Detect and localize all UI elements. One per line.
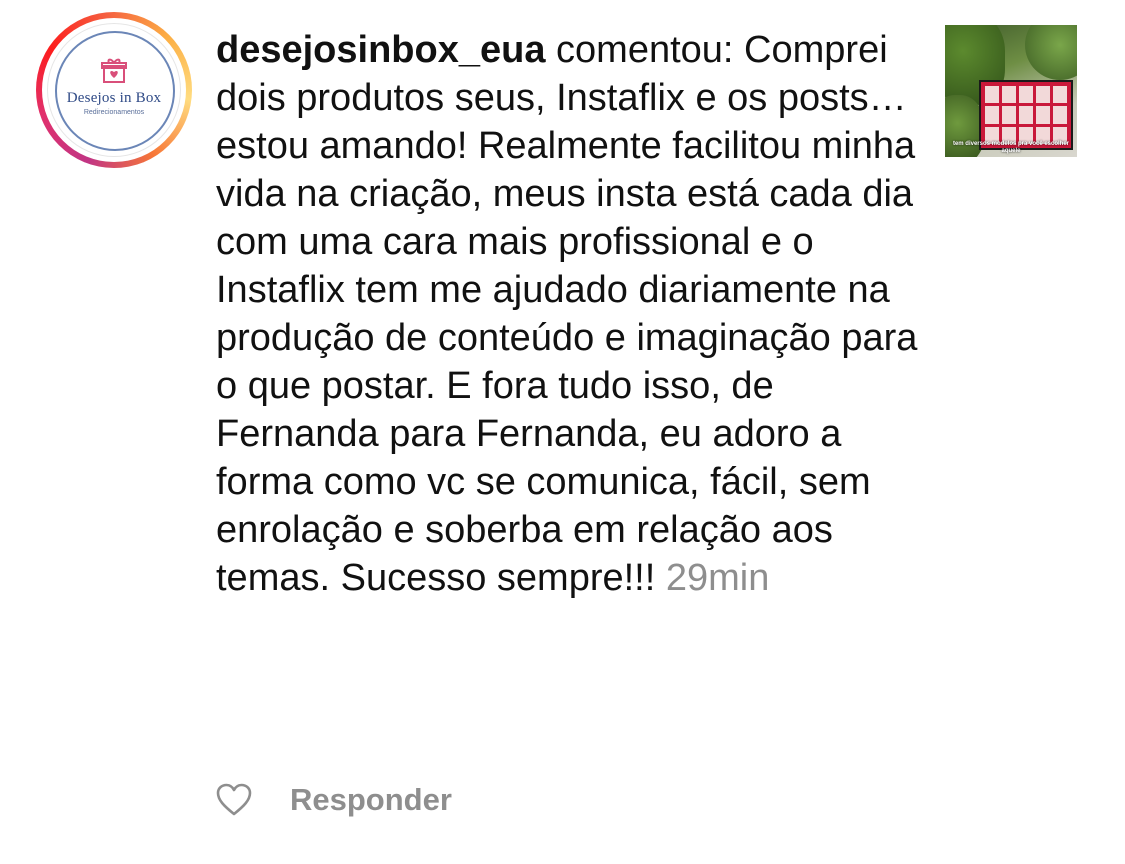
thumbnail-caption: tem diversos modelos pra você escolher a… xyxy=(952,141,1070,154)
thumbnail-screen xyxy=(979,80,1073,150)
reply-button[interactable]: Responder xyxy=(290,782,452,818)
comment-body: desejosinbox_eua comentou: Comprei dois … xyxy=(216,26,926,602)
post-thumbnail[interactable]: tem diversos modelos pra você escolher a… xyxy=(945,25,1077,157)
avatar[interactable]: Desejos in Box Redirecionamentos xyxy=(47,23,181,157)
comment-username[interactable]: desejosinbox_eua xyxy=(216,29,545,71)
comment-timestamp: 29min xyxy=(665,557,770,599)
logo-ring xyxy=(55,31,175,151)
comment-verb: comentou: xyxy=(556,29,734,71)
avatar-story-ring[interactable]: Desejos in Box Redirecionamentos xyxy=(36,12,192,168)
thumbnail-plant xyxy=(1025,25,1077,80)
heart-outline-icon[interactable] xyxy=(216,783,252,817)
comment-text: Comprei dois produtos seus, Instaflix e … xyxy=(216,29,918,599)
comment-actions: Responder xyxy=(216,778,452,822)
